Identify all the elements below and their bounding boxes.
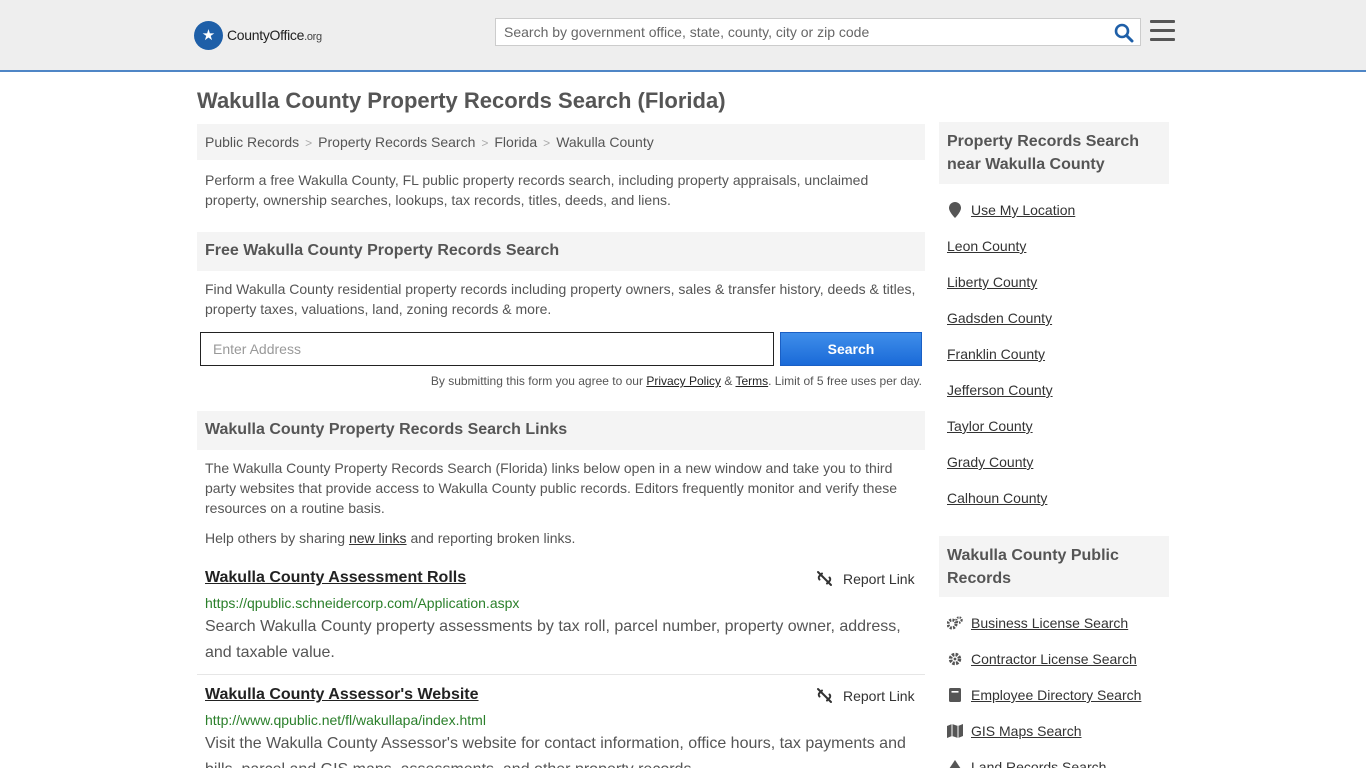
book-icon: [947, 687, 963, 703]
breadcrumb-florida[interactable]: Florida: [494, 134, 537, 150]
breadcrumb-separator: >: [543, 136, 551, 150]
gear-icon: [947, 651, 963, 667]
tree-icon: [947, 759, 963, 768]
use-my-location-link[interactable]: Use My Location: [971, 202, 1075, 218]
address-search-button[interactable]: Search: [780, 332, 922, 366]
breadcrumb-separator: >: [481, 136, 489, 150]
map-icon: [947, 723, 963, 739]
gears-icon: [947, 615, 963, 631]
link-description: Visit the Wakulla County Assessor's webs…: [205, 735, 906, 768]
help-prefix: Help others by sharing: [205, 530, 349, 546]
site-header: ★ CountyOffice.org: [0, 0, 1366, 72]
public-record-link[interactable]: Contractor License Search: [971, 651, 1137, 667]
nearby-county-link[interactable]: Franklin County: [947, 346, 1045, 362]
help-suffix: and reporting broken links.: [406, 530, 576, 546]
sidebar-nearby-item[interactable]: Taylor County: [947, 418, 1033, 434]
sidebar-nearby-item[interactable]: Grady County: [947, 454, 1033, 470]
public-record-link[interactable]: GIS Maps Search: [971, 723, 1082, 739]
sidebar-nearby-heading: Property Records Search near Wakulla Cou…: [939, 122, 1169, 184]
sidebar-public-item[interactable]: Contractor License Search: [947, 651, 1137, 667]
sidebar-nearby-item[interactable]: Gadsden County: [947, 310, 1052, 326]
hamburger-menu-icon[interactable]: [1150, 20, 1175, 42]
sidebar-nearby-item[interactable]: Calhoun County: [947, 490, 1047, 506]
breadcrumb-public-records[interactable]: Public Records: [205, 134, 299, 150]
disclaimer-amp: &: [721, 374, 736, 388]
privacy-policy-link[interactable]: Privacy Policy: [646, 374, 721, 388]
nearby-county-link[interactable]: Jefferson County: [947, 382, 1053, 398]
sidebar-public-item[interactable]: Land Records Search: [947, 759, 1106, 768]
link-title-assessor-website[interactable]: Wakulla County Assessor's Website: [205, 686, 479, 704]
site-search: [495, 18, 1141, 46]
public-record-link[interactable]: Employee Directory Search: [971, 687, 1141, 703]
search-disclaimer: By submitting this form you agree to our…: [300, 374, 922, 388]
logo-text: CountyOffice.org: [227, 27, 322, 43]
intro-text: Perform a free Wakulla County, FL public…: [205, 172, 869, 208]
broken-link-icon: [817, 571, 832, 586]
sidebar-public-records-heading: Wakulla County Public Records: [939, 536, 1169, 597]
nearby-county-link[interactable]: Taylor County: [947, 418, 1033, 434]
breadcrumb-current: Wakulla County: [556, 134, 654, 150]
terms-link[interactable]: Terms: [735, 374, 768, 388]
link-description: Search Wakulla County property assessmen…: [205, 618, 901, 661]
site-logo[interactable]: ★ CountyOffice.org: [194, 20, 322, 50]
breadcrumb-property-records[interactable]: Property Records Search: [318, 134, 475, 150]
map-marker-icon: [947, 202, 963, 218]
address-input[interactable]: [200, 332, 774, 366]
report-link-button[interactable]: Report Link: [816, 570, 915, 587]
sidebar-nearby-item[interactable]: Leon County: [947, 238, 1026, 254]
nearby-county-link[interactable]: Gadsden County: [947, 310, 1052, 326]
sidebar-public-item[interactable]: Business License Search: [947, 615, 1128, 631]
site-search-input[interactable]: [496, 19, 1096, 45]
nearby-county-link[interactable]: Leon County: [947, 238, 1026, 254]
report-link-button[interactable]: Report Link: [816, 687, 915, 704]
link-url: http://www.qpublic.net/fl/wakullapa/inde…: [205, 712, 486, 728]
sidebar-nearby-item[interactable]: Jefferson County: [947, 382, 1053, 398]
use-my-location[interactable]: Use My Location: [947, 202, 1075, 218]
link-url: https://qpublic.schneidercorp.com/Applic…: [205, 595, 520, 611]
page-title: Wakulla County Property Records Search (…: [197, 88, 726, 113]
report-link-label: Report Link: [843, 687, 915, 704]
new-links-link[interactable]: new links: [349, 530, 407, 546]
nearby-county-link[interactable]: Grady County: [947, 454, 1033, 470]
sidebar-public-item[interactable]: GIS Maps Search: [947, 723, 1082, 739]
nearby-county-link[interactable]: Calhoun County: [947, 490, 1047, 506]
breadcrumb: Public Records > Property Records Search > F…: [197, 124, 925, 160]
help-text: Help others by sharing new links and rep…: [205, 528, 920, 548]
link-title-assessment-rolls[interactable]: Wakulla County Assessment Rolls: [205, 569, 466, 587]
free-search-heading: Free Wakulla County Property Records Sea…: [197, 232, 925, 271]
broken-link-icon: [817, 688, 832, 703]
sidebar-public-item[interactable]: Employee Directory Search: [947, 687, 1141, 703]
public-record-link[interactable]: Business License Search: [971, 615, 1128, 631]
links-section-heading: Wakulla County Property Records Search L…: [197, 411, 925, 450]
search-icon[interactable]: [1114, 23, 1134, 43]
disclaimer-suffix: . Limit of 5 free uses per day.: [768, 374, 922, 388]
report-link-label: Report Link: [843, 570, 915, 587]
public-record-link[interactable]: Land Records Search: [971, 759, 1106, 768]
sidebar-nearby-item[interactable]: Liberty County: [947, 274, 1037, 290]
free-search-description: Find Wakulla County residential property…: [205, 281, 916, 317]
nearby-county-link[interactable]: Liberty County: [947, 274, 1037, 290]
eagle-logo-icon: ★: [194, 20, 223, 50]
breadcrumb-separator: >: [305, 136, 313, 150]
link-divider: [197, 674, 925, 675]
sidebar-nearby-item[interactable]: Franklin County: [947, 346, 1045, 362]
disclaimer-prefix: By submitting this form you agree to our: [430, 374, 647, 388]
links-section-description: The Wakulla County Property Records Sear…: [205, 460, 898, 516]
